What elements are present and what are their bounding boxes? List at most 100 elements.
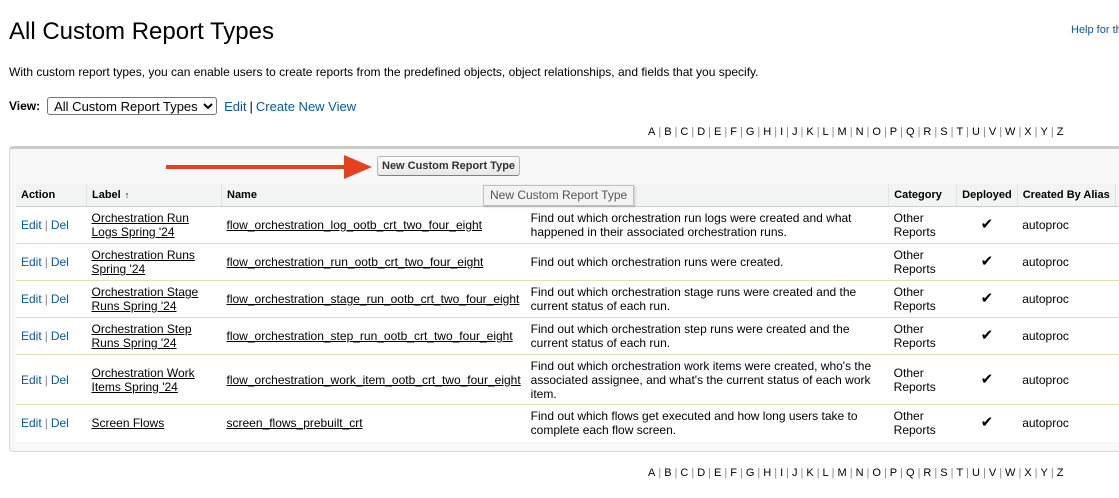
delete-link[interactable]: Del (51, 373, 69, 387)
new-custom-report-type-button[interactable]: New Custom Report Type (377, 156, 521, 176)
alphabet-letter-s[interactable]: S (940, 126, 947, 138)
alphabet-letter-d[interactable]: D (697, 126, 705, 138)
col-name[interactable]: Name (220, 184, 526, 207)
alphabet-letter-n[interactable]: N (856, 126, 864, 138)
alphabet-letter-l[interactable]: L (823, 126, 829, 138)
edit-link[interactable]: Edit (21, 416, 42, 430)
create-new-view-link[interactable]: Create New View (256, 99, 356, 114)
alphabet-letter-c[interactable]: C (680, 126, 688, 138)
alphabet-letter-y[interactable]: Y (1041, 126, 1048, 138)
report-types-table: Action Label ↑ Name Category Deployed Cre… (16, 184, 1119, 442)
edit-link[interactable]: Edit (21, 255, 42, 269)
alphabet-letter-o[interactable]: O (872, 467, 881, 479)
alphabet-letter-i[interactable]: I (780, 126, 783, 138)
report-type-label-link[interactable]: Orchestration Run Logs Spring '24 (92, 211, 189, 239)
created-date-cell: 3/1 (1115, 206, 1119, 244)
alphabet-letter-h[interactable]: H (763, 126, 771, 138)
report-type-name-link[interactable]: flow_orchestration_run_ootb_crt_two_four… (227, 255, 484, 269)
alphabet-letter-a[interactable]: A (648, 467, 655, 479)
report-type-label-link[interactable]: Orchestration Stage Runs Spring '24 (92, 285, 199, 313)
edit-link[interactable]: Edit (21, 292, 42, 306)
report-type-label-link[interactable]: Screen Flows (92, 416, 165, 430)
report-type-name-link[interactable]: flow_orchestration_stage_run_ootb_crt_tw… (227, 292, 520, 306)
view-select[interactable]: All Custom Report Types (47, 97, 218, 115)
alphabet-letter-g[interactable]: G (746, 467, 755, 479)
delete-link[interactable]: Del (51, 218, 69, 232)
edit-view-link[interactable]: Edit (224, 99, 246, 114)
report-type-name-link[interactable]: flow_orchestration_log_ootb_crt_two_four… (227, 218, 483, 232)
alphabet-letter-r[interactable]: R (923, 467, 931, 479)
alphabet-letter-v[interactable]: V (989, 467, 996, 479)
alphabet-letter-n[interactable]: N (856, 467, 864, 479)
alphabet-separator: | (966, 126, 970, 138)
report-type-name-link[interactable]: screen_flows_prebuilt_crt (227, 416, 363, 430)
col-created-by[interactable]: Created By Alias (1016, 184, 1116, 207)
alphabet-letter-x[interactable]: X (1024, 126, 1031, 138)
alphabet-letter-b[interactable]: B (664, 467, 671, 479)
alphabet-letter-k[interactable]: K (806, 467, 813, 479)
alphabet-letter-w[interactable]: W (1005, 126, 1015, 138)
alphabet-letter-u[interactable]: U (972, 467, 980, 479)
edit-link[interactable]: Edit (21, 373, 42, 387)
view-row: View: All Custom Report Types Edit | Cre… (9, 97, 356, 115)
delete-link[interactable]: Del (51, 292, 69, 306)
alphabet-letter-o[interactable]: O (872, 126, 881, 138)
alphabet-letter-p[interactable]: P (890, 467, 897, 479)
alphabet-letter-v[interactable]: V (989, 126, 996, 138)
edit-link[interactable]: Edit (21, 329, 42, 343)
alphabet-letter-f[interactable]: F (730, 467, 737, 479)
alphabet-separator: | (691, 467, 695, 479)
alphabet-separator: | (708, 467, 712, 479)
alphabet-letter-e[interactable]: E (714, 126, 721, 138)
alphabet-separator: | (800, 126, 804, 138)
alphabet-separator: | (1034, 126, 1038, 138)
alphabet-letter-d[interactable]: D (697, 467, 705, 479)
delete-link[interactable]: Del (51, 416, 69, 430)
alphabet-letter-r[interactable]: R (923, 126, 931, 138)
action-cell: Edit | Del (16, 206, 87, 244)
edit-link[interactable]: Edit (21, 218, 42, 232)
delete-link[interactable]: Del (51, 329, 69, 343)
alphabet-letter-s[interactable]: S (940, 467, 947, 479)
report-type-name-link[interactable]: flow_orchestration_work_item_ootb_crt_tw… (227, 373, 521, 387)
alphabet-letter-z[interactable]: Z (1057, 467, 1064, 479)
alphabet-letter-h[interactable]: H (763, 467, 771, 479)
report-type-name-link[interactable]: flow_orchestration_step_run_ootb_crt_two… (227, 329, 513, 343)
col-category[interactable]: Category (888, 184, 957, 207)
alphabet-letter-m[interactable]: M (838, 126, 847, 138)
alphabet-letter-l[interactable]: L (823, 467, 829, 479)
report-type-label-link[interactable]: Orchestration Runs Spring '24 (92, 248, 195, 276)
alphabet-letter-b[interactable]: B (664, 126, 671, 138)
alphabet-letter-e[interactable]: E (714, 467, 721, 479)
alphabet-letter-k[interactable]: K (806, 126, 813, 138)
alphabet-letter-x[interactable]: X (1024, 467, 1031, 479)
alphabet-letter-m[interactable]: M (838, 467, 847, 479)
alphabet-separator: | (774, 126, 778, 138)
col-deployed[interactable]: Deployed (956, 184, 1018, 207)
alphabet-letter-g[interactable]: G (746, 126, 755, 138)
alphabet-letter-u[interactable]: U (972, 126, 980, 138)
col-created-date[interactable]: Cr (1114, 184, 1119, 207)
report-type-label-link[interactable]: Orchestration Step Runs Spring '24 (92, 322, 192, 350)
alphabet-letter-c[interactable]: C (680, 467, 688, 479)
col-label[interactable]: Label ↑ (86, 184, 222, 207)
alphabet-letter-y[interactable]: Y (1041, 467, 1048, 479)
created-date-cell: 3/1 (1115, 354, 1119, 405)
help-link[interactable]: Help for this Page (1071, 24, 1119, 36)
alphabet-letter-f[interactable]: F (730, 126, 737, 138)
alphabet-separator: | (883, 126, 887, 138)
alphabet-letter-q[interactable]: Q (906, 467, 915, 479)
alphabet-letter-q[interactable]: Q (906, 126, 915, 138)
alphabet-letter-i[interactable]: I (780, 467, 783, 479)
report-type-label-link[interactable]: Orchestration Work Items Spring '24 (92, 366, 195, 394)
alphabet-letter-j[interactable]: J (792, 126, 798, 138)
alphabet-letter-w[interactable]: W (1005, 467, 1015, 479)
alphabet-letter-p[interactable]: P (890, 126, 897, 138)
alphabet-letter-t[interactable]: T (956, 126, 963, 138)
alphabet-letter-a[interactable]: A (648, 126, 655, 138)
alphabet-letter-t[interactable]: T (956, 467, 963, 479)
alphabet-letter-j[interactable]: J (792, 467, 798, 479)
delete-link[interactable]: Del (51, 255, 69, 269)
alphabet-letter-z[interactable]: Z (1057, 126, 1064, 138)
alphabet-separator: | (724, 467, 728, 479)
